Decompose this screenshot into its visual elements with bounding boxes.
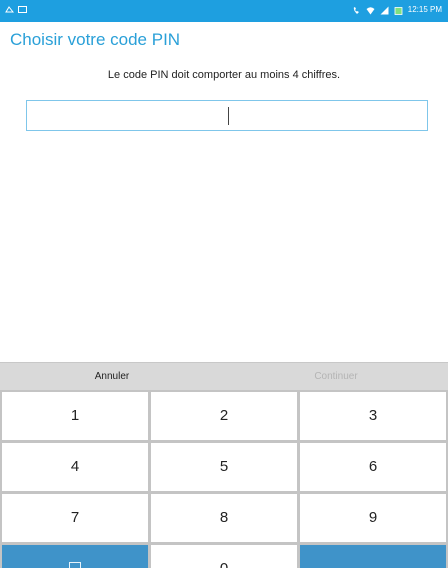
key-3[interactable]: 3 — [300, 392, 446, 440]
continue-button[interactable]: Continuer — [224, 363, 448, 391]
cancel-button[interactable]: Annuler — [0, 363, 224, 391]
next-key-button[interactable] — [300, 545, 446, 568]
key-4[interactable]: 4 — [2, 443, 148, 491]
image-icon — [18, 5, 27, 14]
hide-keyboard-button[interactable] — [2, 545, 148, 568]
text-cursor — [228, 107, 229, 125]
key-1[interactable]: 1 — [2, 392, 148, 440]
key-7[interactable]: 7 — [2, 494, 148, 542]
wifi-icon — [366, 6, 375, 15]
key-2[interactable]: 2 — [151, 392, 297, 440]
status-time: 12:15 PM — [407, 5, 442, 14]
page-title: Choisir votre code PIN — [10, 30, 181, 49]
numeric-keypad: 1 2 3 4 5 6 7 8 9 0 — [0, 390, 448, 568]
keyboard-icon — [69, 562, 81, 568]
key-5[interactable]: 5 — [151, 443, 297, 491]
pin-setup-screen: 12:15 PM Choisir votre code PIN Le code … — [0, 0, 448, 568]
key-0[interactable]: 0 — [151, 545, 297, 568]
pin-input[interactable] — [27, 101, 427, 130]
signal-icon — [380, 6, 389, 15]
action-bar: Annuler Continuer — [0, 362, 448, 390]
pin-instruction: Le code PIN doit comporter au moins 4 ch… — [107, 69, 341, 81]
battery-icon — [394, 6, 403, 15]
key-8[interactable]: 8 — [151, 494, 297, 542]
notification-icon — [5, 5, 15, 14]
phone-icon — [352, 6, 361, 15]
key-9[interactable]: 9 — [300, 494, 446, 542]
key-6[interactable]: 6 — [300, 443, 446, 491]
pin-field-container[interactable] — [26, 100, 428, 131]
status-bar: 12:15 PM — [0, 0, 448, 22]
